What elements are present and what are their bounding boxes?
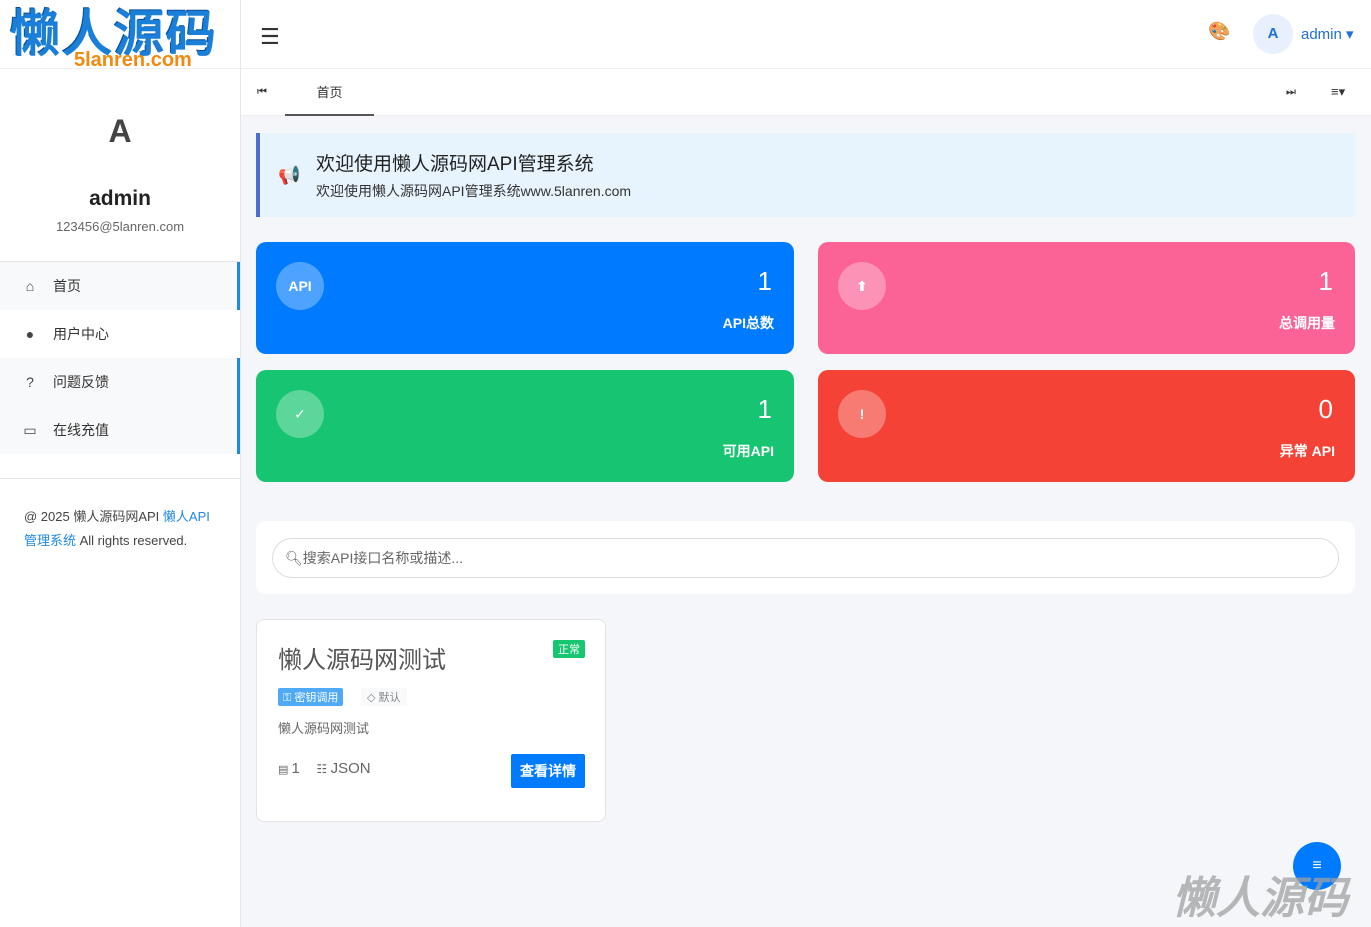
stat-total-calls: ⬆ 1 总调用量: [818, 242, 1355, 354]
user-circle-icon: ●: [25, 326, 35, 342]
search-placeholder: 搜索API接口名称或描述...: [302, 550, 464, 566]
api-description: 懒人源码网测试: [278, 721, 370, 736]
stat-api-total: API 1 API总数: [256, 242, 794, 354]
footer: @ 2025 懒人源码网API 懒人API管理系统 All rights res…: [0, 479, 240, 579]
sidebar-item-home[interactable]: ⌂ 首页: [0, 262, 240, 310]
user-avatar[interactable]: A: [1253, 14, 1293, 54]
menu-toggle-icon[interactable]: ☰: [260, 24, 280, 50]
api-title: 懒人源码网测试: [278, 647, 446, 674]
stat-label: 总调用量: [1279, 315, 1335, 331]
tab-prev-icon[interactable]: ⏮: [257, 86, 267, 99]
palette-icon[interactable]: 🎨: [1208, 21, 1230, 42]
api-count: 1: [291, 760, 300, 777]
footer-text: @ 2025 懒人源码网API: [24, 509, 163, 524]
home-icon: ⌂: [25, 278, 35, 294]
profile-name: admin: [89, 187, 151, 210]
sidebar-item-feedback[interactable]: ? 问题反馈: [0, 358, 240, 406]
tab-menu-icon[interactable]: ≡▾: [1331, 84, 1345, 100]
stat-error-api: ! 0 异常 API: [818, 370, 1355, 482]
arrow-up-icon: ⬆: [838, 262, 886, 310]
tab-bar: ⏮ 首页 ⏭ ≡▾: [241, 69, 1371, 116]
user-menu[interactable]: admin ▾: [1301, 25, 1354, 43]
tab-next-icon[interactable]: ⏭: [1286, 86, 1296, 99]
sidebar-item-label: 问题反馈: [53, 374, 109, 390]
api-icon: API: [276, 262, 324, 310]
question-icon: ?: [26, 374, 34, 390]
stat-value: 1: [1318, 266, 1333, 296]
logo-domain: 5lanren.com: [74, 49, 192, 69]
sidebar: 懒人源码 5lanren.com A admin 123456@5lanren.…: [0, 0, 241, 927]
megaphone-icon: 📢: [278, 165, 301, 185]
profile-email: 123456@5lanren.com: [55, 219, 185, 234]
notice-text: 欢迎使用懒人源码网API管理系统www.5lanren.com: [316, 183, 632, 199]
notice-title: 欢迎使用懒人源码网API管理系统: [316, 154, 594, 175]
id-icon: ▤: [278, 764, 292, 776]
category-tag-label: 默认: [378, 692, 401, 704]
logo[interactable]: 懒人源码 5lanren.com: [0, 0, 240, 69]
credit-card-icon: ▭: [23, 421, 37, 438]
stat-label: 异常 API: [1279, 443, 1335, 459]
tab-home[interactable]: 首页: [285, 69, 374, 116]
auth-tag: ⚿ 密钥调用: [278, 688, 344, 706]
stat-label: API总数: [722, 315, 774, 331]
list-icon: ☷: [316, 762, 331, 776]
status-badge: 正常: [553, 640, 585, 658]
footer-suffix: All rights reserved.: [76, 533, 188, 548]
view-details-button[interactable]: 查看详情: [511, 754, 585, 788]
api-card[interactable]: 懒人源码网测试 正常 ⚿ 密钥调用 ◇ 默认 懒人源码网测试 ▤ 1 ☷ JSO…: [256, 619, 606, 822]
stat-label: 可用API: [722, 443, 774, 459]
username: admin: [1301, 26, 1342, 43]
sidebar-item-recharge[interactable]: ▭ 在线充值: [0, 406, 240, 454]
search-panel: 🔍︎搜索API接口名称或描述...: [256, 521, 1355, 594]
stat-value: 1: [757, 394, 772, 424]
alert-circle-icon: !: [838, 390, 886, 438]
api-format: JSON: [330, 760, 371, 777]
api-meta: ▤ 1 ☷ JSON: [278, 760, 371, 777]
sidebar-item-label: 在线充值: [53, 422, 109, 438]
sidebar-item-label: 用户中心: [53, 326, 109, 342]
stat-available-api: ✓ 1 可用API: [256, 370, 794, 482]
watermark: 懒人源码: [1172, 874, 1348, 923]
welcome-notice: 📢 欢迎使用懒人源码网API管理系统 欢迎使用懒人源码网API管理系统www.5…: [256, 133, 1355, 217]
search-icon: 🔍︎: [285, 550, 303, 566]
avatar: A: [108, 113, 132, 149]
check-circle-icon: ✓: [276, 390, 324, 438]
stat-value: 1: [757, 266, 772, 296]
profile: A admin 123456@5lanren.com: [0, 69, 240, 262]
category-tag: ◇ 默认: [361, 688, 407, 706]
sidebar-item-user-center[interactable]: ● 用户中心: [0, 310, 240, 358]
search-input[interactable]: 🔍︎搜索API接口名称或描述...: [272, 538, 1339, 578]
stat-value: 0: [1318, 394, 1333, 424]
topbar: ☰ 🎨 A admin ▾: [241, 0, 1371, 69]
key-icon: ⚿: [283, 692, 295, 704]
tag-icon: ◇: [367, 692, 379, 704]
auth-tag-label: 密钥调用: [294, 692, 339, 704]
sidebar-item-label: 首页: [53, 278, 81, 294]
